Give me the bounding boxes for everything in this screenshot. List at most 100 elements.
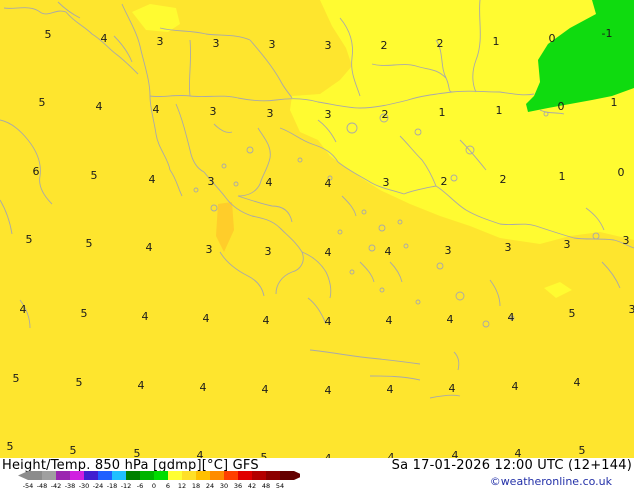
temperature-label: 2 — [500, 173, 507, 186]
temperature-label: 4 — [138, 379, 145, 392]
colorbar-block — [28, 471, 42, 480]
temperature-label: 5 — [91, 169, 98, 182]
temperature-label: 4 — [96, 100, 103, 113]
temperature-label: 5 — [134, 447, 141, 458]
temperature-label: 4 — [325, 246, 332, 259]
colorbar-block — [112, 471, 126, 480]
temperature-label: 4 — [325, 384, 332, 397]
colorbar-block — [154, 471, 168, 480]
temperature-label: 4 — [142, 310, 149, 323]
temperature-label: 3 — [210, 105, 217, 118]
temperature-label: 5 — [569, 307, 576, 320]
colorbar-block — [210, 471, 224, 480]
temperature-label: 1 — [559, 170, 566, 183]
temperature-label: 4 — [447, 313, 454, 326]
temperature-label: 5 — [70, 444, 77, 457]
colorbar-block — [70, 471, 84, 480]
temperature-label: 1 — [439, 106, 446, 119]
colorbar-block — [98, 471, 112, 480]
temperature-label: 4 — [153, 103, 160, 116]
temperature-label: 5 — [81, 307, 88, 320]
temperature-label: 3 — [629, 303, 634, 316]
temperature-label: 5 — [39, 96, 46, 109]
temperature-label: 4 — [388, 451, 395, 458]
colorbar-tick: 48 — [262, 482, 270, 490]
colorbar-tick: -54 — [23, 482, 34, 490]
temperature-label: 3 — [325, 39, 332, 52]
temperature-label: 0 — [558, 100, 565, 113]
temperature-label: 2 — [437, 37, 444, 50]
colorbar-block — [280, 471, 294, 480]
temperature-label: 5 — [7, 440, 14, 453]
colorbar-tick: 12 — [178, 482, 186, 490]
temperature-label: 4 — [146, 241, 153, 254]
colorbar-block — [196, 471, 210, 480]
temperature-label: 4 — [325, 177, 332, 190]
temperature-label: 1 — [493, 35, 500, 48]
temperature-label: 3 — [213, 37, 220, 50]
temperature-label: 3 — [157, 35, 164, 48]
temperature-label: 4 — [325, 315, 332, 328]
temperature-label: 5 — [86, 237, 93, 250]
colorbar-tick: 24 — [206, 482, 214, 490]
colorbar-block — [252, 471, 266, 480]
temperature-label: 5 — [26, 233, 33, 246]
temperature-label: 5 — [76, 376, 83, 389]
temperature-label: 4 — [386, 314, 393, 327]
colorbar-tick: 36 — [234, 482, 242, 490]
colorbar-right-arrow — [294, 471, 300, 480]
colorbar-tick: 18 — [192, 482, 200, 490]
temperature-label: 0 — [618, 166, 625, 179]
temperature-label: 4 — [263, 314, 270, 327]
temperature-label: 4 — [574, 376, 581, 389]
colorbar-tick: -6 — [137, 482, 143, 490]
valid-time: Sa 17-01-2026 12:00 UTC (12+144) — [391, 458, 632, 473]
temperature-label: 0 — [549, 32, 556, 45]
temperature-label: 5 — [45, 28, 52, 41]
temperature-label: 1 — [611, 96, 618, 109]
temperature-label: 5 — [13, 372, 20, 385]
temperature-label: 3 — [206, 243, 213, 256]
colorbar-block — [126, 471, 140, 480]
temperature-label: 3 — [505, 241, 512, 254]
temperature-label: 3 — [267, 107, 274, 120]
map-canvas: 5 4 3 3 3 3 2 2 1 0 -1 5 4 4 3 3 3 2 1 1 0 1 6 5 4 3 4 4 3 2 2 1 0 5 5 4 3 3 4… — [0, 0, 634, 458]
temperature-label: 3 — [265, 245, 272, 258]
temperature-label: 4 — [20, 303, 27, 316]
temperature-label: 4 — [149, 173, 156, 186]
temperature-label: 4 — [197, 449, 204, 458]
temperature-label: 3 — [208, 175, 215, 188]
colorbar-block — [140, 471, 154, 480]
temperature-label: 4 — [101, 32, 108, 45]
temperature-label: 3 — [445, 244, 452, 257]
colorbar-tick: 6 — [166, 482, 170, 490]
temperature-label: 1 — [496, 104, 503, 117]
colorbar-tick: 54 — [276, 482, 284, 490]
colorbar-tick: -38 — [65, 482, 76, 490]
colorbar-tick: -12 — [121, 482, 132, 490]
temperature-label: 4 — [512, 380, 519, 393]
temperature-label: 4 — [262, 383, 269, 396]
weather-map[interactable]: 5 4 3 3 3 3 2 2 1 0 -1 5 4 4 3 3 3 2 1 1 0 1 6 5 4 3 4 4 3 2 2 1 0 5 5 4 3 3 4… — [0, 0, 634, 458]
temperature-label: 5 — [261, 451, 268, 458]
temperature-label: 3 — [383, 176, 390, 189]
colorbar: -54 -48 -42 -38 -30 -24 -18 -12 -6 0 6 12 18 24 30 36 42… — [18, 471, 300, 490]
colorbar-block — [182, 471, 196, 480]
temperature-label: 2 — [381, 39, 388, 52]
temperature-label: 4 — [203, 312, 210, 325]
temperature-label: 3 — [564, 238, 571, 251]
temperature-label: 4 — [452, 449, 459, 458]
temperature-label: 3 — [269, 38, 276, 51]
temperature-label: 4 — [449, 382, 456, 395]
temperature-label: 4 — [266, 176, 273, 189]
credit-link[interactable]: ©weatheronline.co.uk — [490, 475, 612, 488]
colorbar-block — [84, 471, 98, 480]
colorbar-tick: -24 — [93, 482, 104, 490]
temperature-label: 4 — [387, 383, 394, 396]
colorbar-tick: 30 — [220, 482, 228, 490]
temperature-label: 3 — [325, 108, 332, 121]
colorbar-block — [42, 471, 56, 480]
colorbar-tick: -48 — [37, 482, 48, 490]
temperature-label: 2 — [382, 108, 389, 121]
colorbar-left-arrow — [18, 471, 28, 480]
